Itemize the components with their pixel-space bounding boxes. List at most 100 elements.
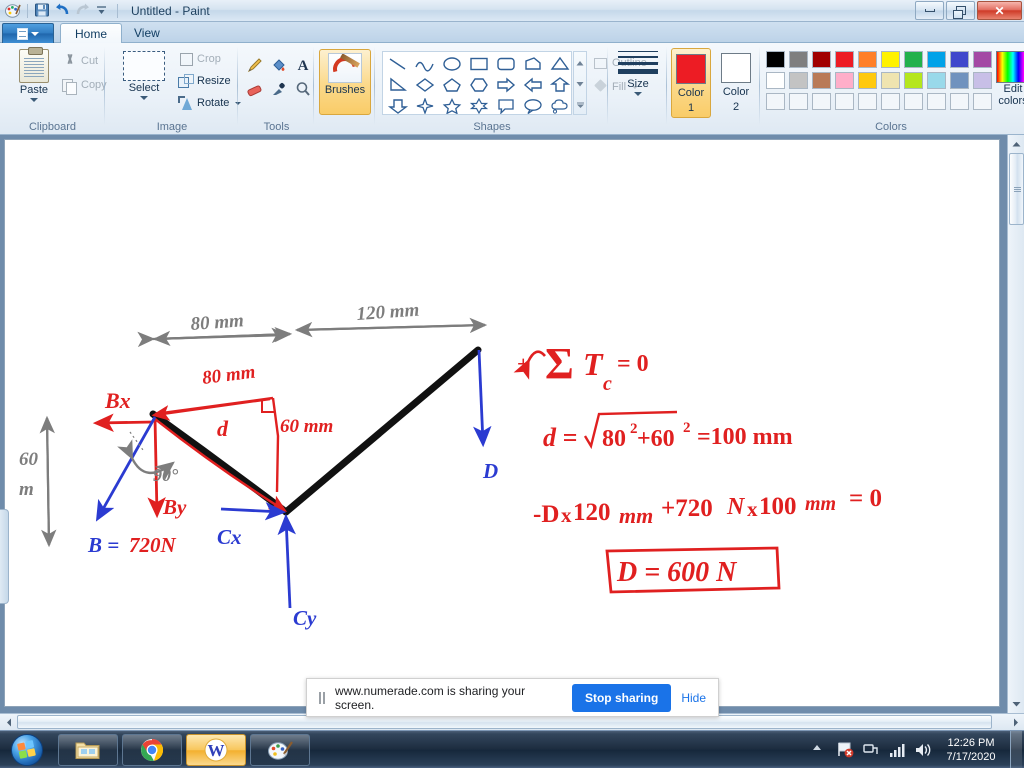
palette-swatch-2-6[interactable]: [881, 72, 900, 89]
scroll-down-icon[interactable]: [1009, 696, 1024, 712]
customize-qat-icon[interactable]: [94, 2, 111, 19]
undo-icon[interactable]: [54, 2, 71, 19]
cut-button[interactable]: Cut: [62, 51, 98, 71]
vertical-scrollbar[interactable]: [1007, 135, 1024, 713]
fill-bucket-icon[interactable]: [267, 53, 290, 76]
shape-pentagon[interactable]: [438, 74, 465, 95]
scroll-down-icon[interactable]: [574, 73, 586, 94]
pause-icon[interactable]: [319, 691, 325, 704]
palette-swatch-2-2[interactable]: [789, 72, 808, 89]
shape-up-arrow[interactable]: [546, 74, 573, 95]
resize-button[interactable]: Resize: [178, 71, 231, 91]
palette-swatch-2-1[interactable]: [766, 72, 785, 89]
scroll-up-icon[interactable]: [1009, 136, 1024, 152]
palette-swatch-1-2[interactable]: [789, 51, 808, 68]
shape-rounded-rectangle[interactable]: [492, 53, 519, 74]
color-picker-icon[interactable]: [267, 77, 290, 100]
taskbar-button-wolfram[interactable]: W: [186, 733, 246, 766]
eraser-icon[interactable]: [243, 77, 266, 100]
size-button[interactable]: Size: [615, 51, 661, 96]
palette-swatch-3-5[interactable]: [858, 93, 877, 110]
network-icon[interactable]: [862, 741, 880, 759]
close-button[interactable]: ✕: [977, 1, 1022, 20]
shape-oval-callout[interactable]: [519, 95, 546, 116]
palette-swatch-3-4[interactable]: [835, 93, 854, 110]
action-center-flag-icon[interactable]: [836, 741, 854, 759]
hide-button[interactable]: Hide: [681, 691, 706, 705]
palette-swatch-2-3[interactable]: [812, 72, 831, 89]
shape-hexagon[interactable]: [465, 74, 492, 95]
shape-down-arrow[interactable]: [384, 95, 411, 116]
pencil-icon[interactable]: [243, 53, 266, 76]
paste-button[interactable]: Paste: [8, 47, 60, 102]
show-hidden-icons-arrow[interactable]: [810, 741, 828, 759]
minimize-button[interactable]: [915, 1, 944, 20]
shape-left-arrow[interactable]: [519, 74, 546, 95]
shape-oval[interactable]: [438, 53, 465, 74]
scroll-expand-icon[interactable]: [574, 94, 586, 115]
palette-swatch-3-2[interactable]: [789, 93, 808, 110]
palette-swatch-1-8[interactable]: [927, 51, 946, 68]
palette-swatch-1-9[interactable]: [950, 51, 969, 68]
brushes-button[interactable]: Brushes: [319, 49, 371, 115]
taskbar-button-paint[interactable]: [250, 733, 310, 766]
palette-swatch-3-3[interactable]: [812, 93, 831, 110]
shape-rectangle[interactable]: [465, 53, 492, 74]
rotate-button[interactable]: Rotate: [178, 93, 242, 113]
tab-view[interactable]: View: [120, 23, 174, 43]
select-button[interactable]: Select: [116, 51, 172, 100]
copy-button[interactable]: Copy: [62, 75, 107, 95]
color2-button[interactable]: Color 2: [716, 48, 756, 118]
palette-swatch-2-4[interactable]: [835, 72, 854, 89]
start-button[interactable]: [0, 731, 54, 768]
palette-swatch-2-9[interactable]: [950, 72, 969, 89]
palette-swatch-3-7[interactable]: [904, 93, 923, 110]
palette-swatch-3-1[interactable]: [766, 93, 785, 110]
maximize-button[interactable]: [946, 1, 975, 20]
palette-swatch-1-1[interactable]: [766, 51, 785, 68]
shapes-scrollbar[interactable]: [573, 51, 587, 115]
shapes-gallery[interactable]: [382, 51, 572, 115]
shape-cloud-callout[interactable]: [546, 95, 573, 116]
shape-four-point-star[interactable]: [411, 95, 438, 116]
shape-six-point-star[interactable]: [465, 95, 492, 116]
palette-swatch-1-3[interactable]: [812, 51, 831, 68]
palette-swatch-2-8[interactable]: [927, 72, 946, 89]
volume-icon[interactable]: [914, 741, 932, 759]
palette-swatch-2-7[interactable]: [904, 72, 923, 89]
save-icon[interactable]: [34, 2, 51, 19]
palette-swatch-3-9[interactable]: [950, 93, 969, 110]
palette-swatch-3-6[interactable]: [881, 93, 900, 110]
palette-swatch-3-8[interactable]: [927, 93, 946, 110]
shape-polygon[interactable]: [519, 53, 546, 74]
magnifier-icon[interactable]: [291, 77, 314, 100]
collapsed-side-panel[interactable]: [0, 509, 9, 604]
taskbar-button-explorer[interactable]: [58, 733, 118, 766]
scroll-right-icon[interactable]: [1008, 715, 1023, 729]
horizontal-scroll-thumb[interactable]: [17, 715, 992, 729]
tab-home[interactable]: Home: [60, 23, 123, 44]
edit-colors-button[interactable]: Edit colors: [990, 51, 1024, 107]
text-icon[interactable]: A: [291, 53, 314, 76]
color-palette[interactable]: [766, 51, 994, 112]
scroll-left-icon[interactable]: [1, 715, 16, 729]
palette-swatch-1-5[interactable]: [858, 51, 877, 68]
palette-swatch-1-4[interactable]: [835, 51, 854, 68]
drawing-canvas[interactable]: 80 mm 120 mm 60 m 80 mm 60 mm d Bx By B …: [4, 139, 1000, 707]
vertical-scroll-thumb[interactable]: [1009, 153, 1024, 225]
taskbar-clock[interactable]: 12:26 PM 7/17/2020: [940, 736, 1002, 764]
file-menu-button[interactable]: [2, 23, 54, 43]
crop-button[interactable]: Crop: [178, 49, 221, 69]
shape-triangle[interactable]: [546, 53, 573, 74]
shape-rounded-callout[interactable]: [492, 95, 519, 116]
shape-diamond[interactable]: [411, 74, 438, 95]
shape-right-triangle[interactable]: [384, 74, 411, 95]
scroll-up-icon[interactable]: [574, 52, 586, 73]
paint-app-icon[interactable]: [4, 2, 21, 19]
signal-bars-icon[interactable]: [888, 741, 906, 759]
taskbar-button-chrome[interactable]: [122, 733, 182, 766]
shape-line[interactable]: [384, 53, 411, 74]
shape-curve[interactable]: [411, 53, 438, 74]
stop-sharing-button[interactable]: Stop sharing: [571, 683, 672, 712]
palette-swatch-2-5[interactable]: [858, 72, 877, 89]
